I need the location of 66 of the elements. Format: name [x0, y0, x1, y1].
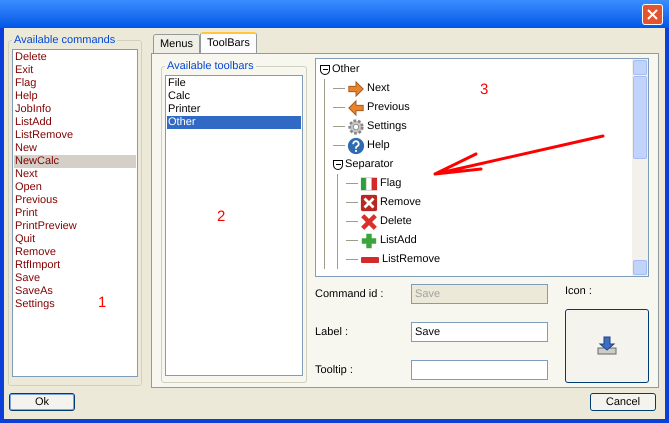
list-item[interactable]: ListAdd — [14, 116, 53, 128]
right-arrow-icon — [347, 80, 365, 98]
field-label: Label : — [315, 324, 350, 340]
group-title: Available commands — [13, 33, 116, 48]
gear-icon — [347, 118, 365, 136]
list-item[interactable]: Save — [14, 272, 42, 284]
group-title: Available toolbars — [166, 59, 255, 74]
tree-item[interactable]: Other — [332, 61, 360, 78]
list-item[interactable]: PrintPreview — [14, 220, 78, 232]
close-icon — [647, 8, 658, 20]
list-item[interactable]: Remove — [14, 246, 57, 258]
list-item[interactable]: SaveAs — [14, 284, 54, 298]
list-item[interactable]: Delete — [14, 50, 48, 64]
tree-item[interactable]: Previous — [367, 99, 410, 116]
list-item[interactable]: Exit — [14, 64, 34, 76]
download-tray-icon — [596, 334, 618, 356]
tab[interactable]: Menus — [153, 34, 200, 53]
minus-icon — [361, 256, 379, 262]
tree-item[interactable]: Delete — [380, 213, 412, 230]
list-item[interactable]: Printer — [167, 102, 301, 116]
list-item[interactable]: Next — [14, 168, 39, 180]
annotation-number: 1 — [98, 292, 106, 312]
cross-icon — [360, 212, 378, 230]
list-item[interactable]: Help — [14, 90, 39, 102]
annotation-number: 2 — [217, 206, 226, 226]
ok-button[interactable]: Ok — [9, 393, 75, 411]
tree-item[interactable]: ListAdd — [380, 232, 417, 249]
plus-icon — [360, 232, 378, 250]
field-label: Icon : — [565, 284, 593, 299]
annotation-number: 3 — [480, 80, 488, 100]
list-item[interactable]: Previous — [14, 194, 59, 206]
list-item[interactable]: File — [167, 76, 301, 90]
list-item[interactable]: Open — [14, 180, 43, 194]
tree-item[interactable]: Remove — [380, 194, 421, 211]
left-arrow-icon — [347, 98, 365, 116]
tree-item[interactable]: ListRemove — [382, 251, 440, 268]
field-label: Tooltip : — [315, 362, 354, 378]
remove-icon — [360, 194, 378, 212]
close-button[interactable] — [642, 4, 663, 24]
expander-icon[interactable] — [333, 160, 343, 170]
tree-item[interactable]: Settings — [367, 118, 407, 135]
tree-item[interactable]: Flag — [380, 175, 402, 192]
list-item[interactable]: Calc — [167, 90, 301, 102]
input-field[interactable]: Save — [411, 322, 548, 342]
icon-button[interactable] — [565, 308, 649, 382]
tab[interactable]: ToolBars — [200, 32, 257, 53]
tree-item[interactable]: Help — [367, 137, 390, 154]
list-item[interactable]: JobInfo — [14, 102, 52, 116]
list-item[interactable]: RtfImport — [14, 258, 62, 272]
list-item[interactable]: NewCalc — [14, 154, 136, 168]
list-item[interactable]: Other — [167, 116, 301, 128]
field-label: Command id : — [315, 286, 384, 302]
scrollbar[interactable] — [632, 59, 648, 276]
list-item[interactable]: Settings — [14, 298, 56, 310]
expander-icon[interactable] — [320, 64, 330, 74]
list-item[interactable]: ListRemove — [14, 128, 74, 142]
list-item[interactable]: Print — [14, 206, 39, 220]
tree-item[interactable]: Separator — [345, 156, 394, 173]
help-icon — [347, 136, 365, 154]
list-item[interactable]: New — [14, 142, 38, 154]
input-field[interactable] — [411, 360, 548, 380]
tree-item[interactable]: Next — [367, 80, 390, 97]
flag-icon — [360, 174, 378, 192]
list-item[interactable]: Quit — [14, 232, 36, 246]
cancel-button[interactable]: Cancel — [590, 393, 656, 411]
list-item[interactable]: Flag — [14, 76, 38, 90]
